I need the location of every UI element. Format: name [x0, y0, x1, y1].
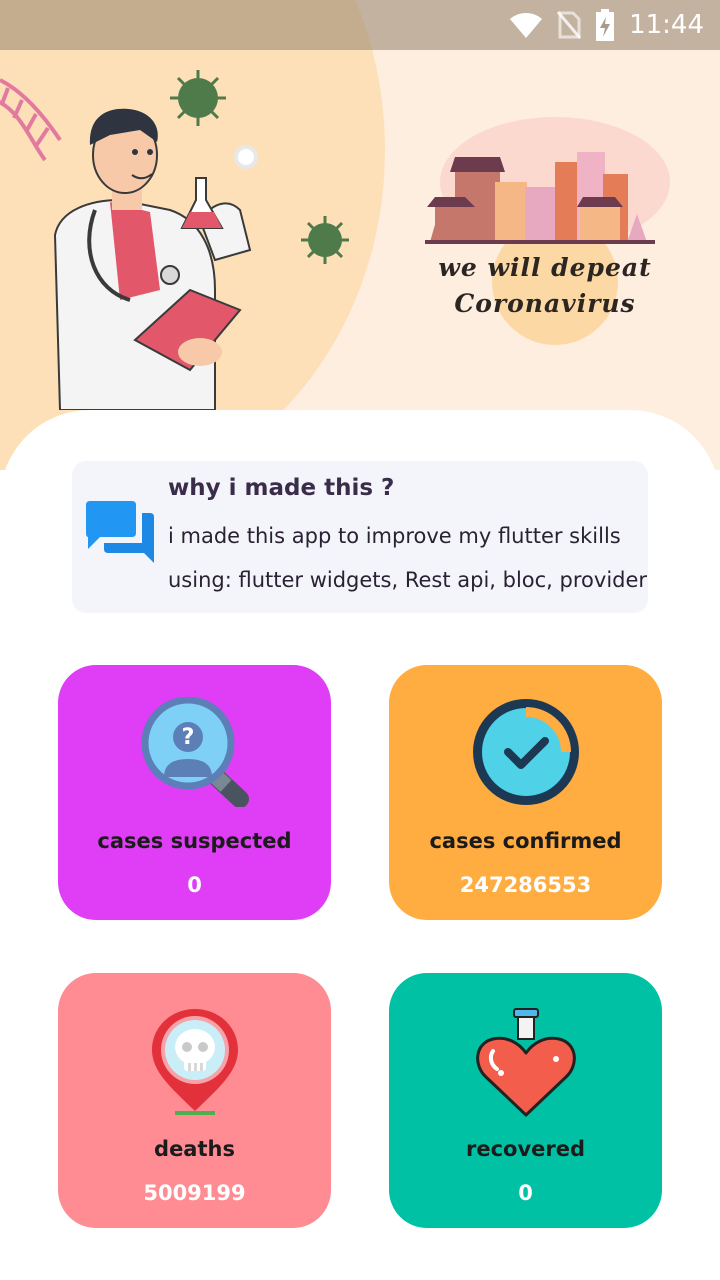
stat-card-recovered[interactable]: recovered 0	[389, 973, 662, 1228]
no-sim-icon	[557, 11, 582, 39]
check-circle-icon	[472, 699, 579, 805]
stat-value: 5009199	[143, 1181, 246, 1205]
info-title: why i made this ?	[168, 475, 395, 501]
info-text-line-1: i made this app to improve my flutter sk…	[168, 524, 621, 548]
battery-charging-icon	[596, 9, 615, 41]
magnifier-person-icon: ?	[141, 697, 249, 807]
slogan-line-2: Coronavirus	[454, 289, 636, 318]
info-text-line-2: using: flutter widgets, Rest api, bloc, …	[168, 568, 648, 592]
stat-value: 0	[187, 873, 202, 897]
info-card: why i made this ? i made this app to imp…	[72, 461, 648, 613]
stat-card-suspected[interactable]: ? cases suspected 0	[58, 665, 331, 920]
stat-label: deaths	[154, 1137, 235, 1161]
status-time: 11:44	[629, 10, 704, 40]
doctor-illustration	[0, 70, 349, 410]
stat-label: recovered	[465, 1137, 586, 1161]
chat-bubbles-icon	[86, 501, 154, 563]
wifi-icon	[510, 13, 543, 38]
stat-value: 247286553	[459, 873, 592, 897]
stat-card-confirmed[interactable]: cases confirmed 247286553	[389, 665, 662, 920]
heart-potion-icon	[475, 1008, 576, 1117]
stat-label: cases confirmed	[429, 829, 622, 853]
stat-card-deaths[interactable]: deaths 5009199	[58, 973, 331, 1228]
skull-pin-icon	[151, 1009, 238, 1115]
hero-banner: we will depeat Coronavirus	[0, 0, 720, 470]
slogan-line-1: we will depeat	[438, 253, 652, 282]
slogan: we will depeat Coronavirus	[395, 250, 695, 322]
stat-label: cases suspected	[97, 829, 292, 853]
svg-text:?: ?	[181, 725, 194, 750]
status-bar: 11:44	[0, 0, 720, 50]
stat-value: 0	[518, 1181, 533, 1205]
